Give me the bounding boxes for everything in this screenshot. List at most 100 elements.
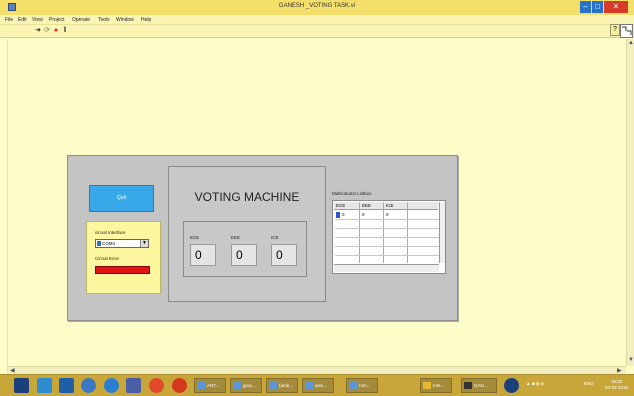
taskbar-app-label: GAN... xyxy=(474,383,488,388)
circuit-error-led xyxy=(95,266,150,274)
close-button[interactable]: ✕ xyxy=(604,1,628,13)
taskbar-app[interactable]: grou... xyxy=(230,378,262,393)
toolbar: ➜ ⟳ ● ‖ xyxy=(0,25,634,38)
listbox-cell[interactable]: 0 xyxy=(362,212,365,217)
listbox-header[interactable] xyxy=(408,202,438,210)
listbox-column: EEE 0 xyxy=(360,202,384,263)
app-icon xyxy=(464,382,472,389)
menu-file[interactable]: File xyxy=(5,17,13,23)
language-indicator[interactable]: ENG xyxy=(584,381,594,386)
menu-edit[interactable]: Edit xyxy=(18,17,27,23)
counter-label-eee: EEE xyxy=(231,235,241,240)
listbox-column xyxy=(408,202,438,263)
vi-icon[interactable] xyxy=(620,24,633,38)
vertical-scrollbar[interactable]: ▲ ▼ xyxy=(626,39,634,366)
multicolumn-listbox[interactable]: ECE 0 EEE 0 ICE 0 xyxy=(332,200,446,274)
circuit-interface-value: COM4 xyxy=(102,241,116,246)
abort-icon[interactable]: ● xyxy=(52,27,60,35)
counter-value-eee: 0 xyxy=(231,244,257,266)
help-circle-icon[interactable] xyxy=(504,378,519,393)
app-icon xyxy=(197,382,205,389)
counter-group: ECE 0 EEE 0 ICE 0 xyxy=(183,221,307,277)
chrome-icon[interactable] xyxy=(149,378,164,393)
taskbar-app[interactable]: GAN... xyxy=(461,378,497,393)
taskbar-app-label: ANT... xyxy=(207,383,220,388)
menu-tools[interactable]: Tools xyxy=(98,17,110,23)
pinned-app-icon[interactable] xyxy=(37,378,52,393)
listbox-cursor xyxy=(336,212,340,218)
listbox-grid: ECE 0 EEE 0 ICE 0 xyxy=(334,202,439,263)
menu-window[interactable]: Window xyxy=(116,17,134,23)
front-panel-decoration: Quit circuit Interface COM4 ▼ Circuit Er… xyxy=(67,155,458,321)
connector-pane-icon xyxy=(622,26,632,35)
help-icon[interactable]: ? xyxy=(610,24,620,36)
scroll-right-icon[interactable]: ▶ xyxy=(617,367,622,374)
circuit-error-label: Circuit Error xyxy=(95,256,120,261)
taskbar-app-label: ansi... xyxy=(315,383,328,388)
clock[interactable]: 18:20 04-02-2018 xyxy=(605,379,628,391)
tray-icons[interactable]: ▲ ◆ ▮ ◂) xyxy=(526,381,544,387)
chevron-down-icon[interactable]: ▼ xyxy=(140,240,148,247)
app-icon xyxy=(233,382,241,389)
run-arrow-icon[interactable]: ➜ xyxy=(34,27,42,35)
menu-help[interactable]: Help xyxy=(141,17,151,23)
voting-machine-box: VOTING MACHINE ECE 0 EEE 0 ICE 0 xyxy=(168,166,326,302)
listbox-row-line xyxy=(335,255,439,256)
run-continuously-icon[interactable]: ⟳ xyxy=(43,27,51,35)
start-icon[interactable] xyxy=(14,378,29,393)
taskbar-app-label: Inte... xyxy=(433,383,445,388)
left-margin xyxy=(0,39,8,374)
maximize-button[interactable]: □ xyxy=(592,1,603,13)
taskbar-app-label: (amb... xyxy=(279,383,294,388)
menu-project[interactable]: Project xyxy=(49,17,65,23)
hp-icon[interactable] xyxy=(81,378,96,393)
circuit-interface-label: circuit Interface xyxy=(95,230,126,235)
mail-icon[interactable] xyxy=(126,378,141,393)
listbox-vertical-scrollbar[interactable] xyxy=(439,202,445,263)
error-cluster: circuit Interface COM4 ▼ Circuit Error xyxy=(86,221,161,294)
scroll-up-icon[interactable]: ▲ xyxy=(628,40,634,46)
media-player-icon[interactable] xyxy=(104,378,119,393)
listbox-header[interactable]: ECE xyxy=(334,202,359,210)
listbox-header[interactable]: ICE xyxy=(384,202,407,210)
menu-operate[interactable]: Operate xyxy=(72,17,90,23)
counter-value-ece: 0 xyxy=(190,244,216,266)
taskbar-app[interactable]: Inte... xyxy=(420,378,452,393)
taskbar-app[interactable]: rom... xyxy=(346,378,378,393)
listbox-row-line xyxy=(335,246,439,247)
listbox-row-line xyxy=(335,237,439,238)
listbox-horizontal-scrollbar[interactable] xyxy=(334,264,439,272)
minimize-button[interactable]: – xyxy=(580,1,591,13)
counter-label-ece: ECE xyxy=(190,235,200,240)
quit-button[interactable]: Quit xyxy=(89,185,154,212)
taskbar-app[interactable]: ANT... xyxy=(194,378,226,393)
visa-resource-icon xyxy=(97,241,101,246)
taskbar-app[interactable]: ansi... xyxy=(302,378,334,393)
scroll-left-icon[interactable]: ◀ xyxy=(10,367,15,374)
app-icon xyxy=(269,382,277,389)
title-bar: GANESH _VOTING TASK.vi – □ ✕ xyxy=(0,0,634,15)
listbox-header[interactable]: EEE xyxy=(360,202,383,210)
taskbar-app-label: rom... xyxy=(359,383,371,388)
app-icon xyxy=(423,382,431,389)
pause-icon[interactable]: ‖ xyxy=(61,27,69,35)
listbox-cell[interactable]: 0 xyxy=(386,212,389,217)
voting-machine-heading: VOTING MACHINE xyxy=(194,190,300,204)
counter-label-ice: ICE xyxy=(271,235,279,240)
pinned-app-icon[interactable] xyxy=(59,378,74,393)
listbox-column: ICE 0 xyxy=(384,202,408,263)
counter-value-ice: 0 xyxy=(271,244,297,266)
listbox-cell[interactable]: 0 xyxy=(342,212,345,217)
circuit-interface-select[interactable]: COM4 ▼ xyxy=(95,239,149,248)
taskbar-app[interactable]: (amb... xyxy=(266,378,298,393)
app-icon xyxy=(349,382,357,389)
menu-bar: File Edit View Project Operate Tools Win… xyxy=(0,15,634,25)
taskbar: ANT... grou... (amb... ansi... rom... In… xyxy=(0,374,634,396)
taskbar-app-label: grou... xyxy=(243,383,256,388)
scroll-down-icon[interactable]: ▼ xyxy=(628,357,634,363)
menu-view[interactable]: View xyxy=(32,17,43,23)
listbox-title: Multicolumn Listbox xyxy=(332,191,372,196)
opera-icon[interactable] xyxy=(172,378,187,393)
horizontal-scrollbar[interactable]: ◀ ▶ xyxy=(8,366,626,374)
listbox-row-line xyxy=(335,228,439,229)
